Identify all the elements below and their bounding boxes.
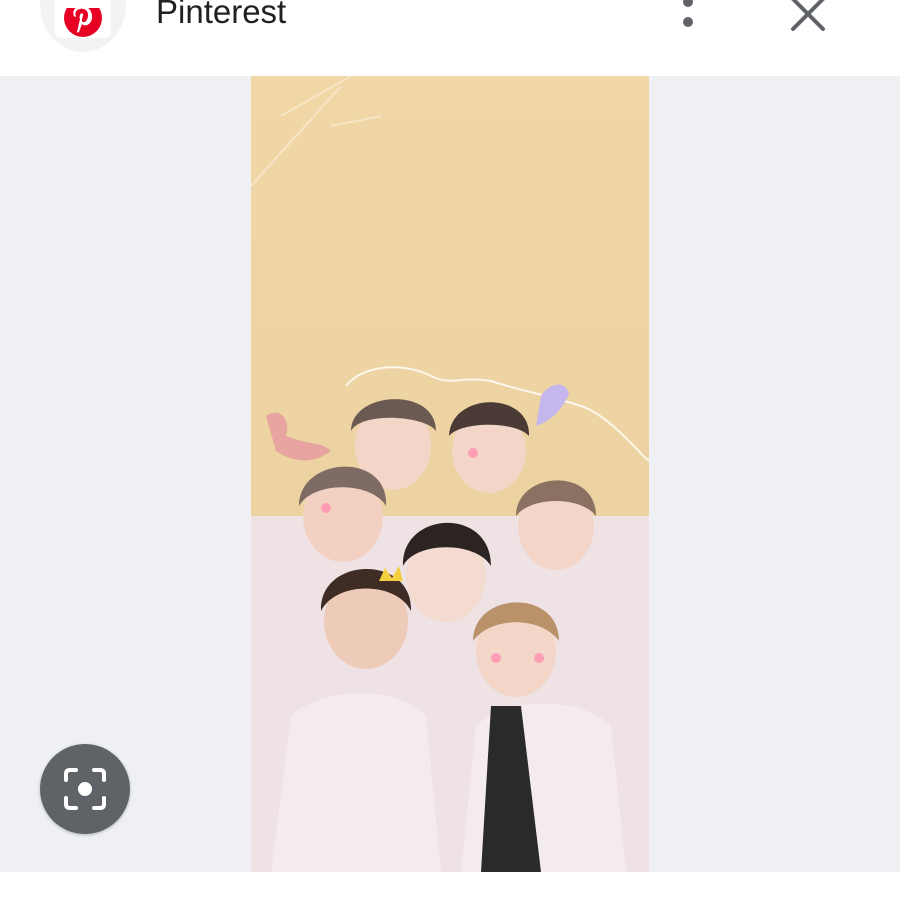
lens-search-button[interactable]: [40, 744, 130, 834]
header-bar: Pinterest: [0, 0, 900, 76]
pin-image[interactable]: [251, 76, 649, 872]
page: Pinterest: [0, 0, 900, 900]
site-name: Pinterest: [156, 0, 287, 30]
bottom-strip: [0, 872, 900, 900]
logo-tile: [55, 0, 111, 38]
site-logo[interactable]: [40, 0, 126, 52]
more-vert-icon: [683, 0, 693, 27]
more-options-button[interactable]: [668, 0, 708, 36]
lens-scan-icon: [64, 768, 106, 810]
image-viewer: [0, 76, 900, 872]
close-icon: [791, 0, 825, 31]
pinterest-logo-icon: [64, 8, 102, 37]
photo-image: [251, 76, 649, 872]
close-button[interactable]: [786, 0, 830, 36]
